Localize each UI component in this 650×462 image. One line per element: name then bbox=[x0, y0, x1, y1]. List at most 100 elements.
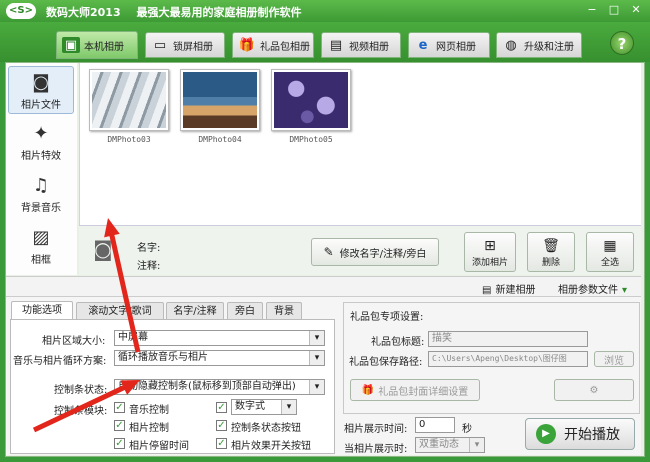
button-label: 修改名字/注释/旁白 bbox=[339, 248, 427, 260]
tab-lockscreen-album[interactable]: ▭ 锁屏相册 bbox=[145, 32, 225, 58]
tab-narration[interactable]: 旁白 bbox=[227, 302, 263, 320]
tab-label: 网页相册 bbox=[436, 41, 476, 53]
effects-icon: ✦ bbox=[33, 123, 49, 144]
button-label: 礼品包封面详细设置 bbox=[378, 386, 469, 398]
tab-gift-album[interactable]: 🎁 礼品包相册 bbox=[232, 32, 314, 58]
gift-path-field[interactable]: C:\Users\Apeng\Desktop\图仔图 bbox=[428, 351, 588, 367]
delete-button[interactable]: 🗑 删除 bbox=[527, 232, 575, 272]
photo-effect-toggle-checkbox[interactable]: ✓ bbox=[216, 438, 227, 449]
show-time-spinner[interactable]: 0 bbox=[415, 417, 455, 433]
photo-name: DMPhoto03 bbox=[107, 135, 151, 144]
tab-label: 本机相册 bbox=[84, 41, 124, 53]
settings-icon: ⚙ bbox=[589, 384, 599, 396]
start-play-button[interactable]: ▶ 开始播放 bbox=[525, 418, 635, 450]
photo-image bbox=[92, 72, 166, 128]
photo-name: DMPhoto04 bbox=[198, 135, 242, 144]
edit-icon: ✎ bbox=[323, 245, 334, 259]
gift-title-field[interactable]: 描笑 bbox=[428, 331, 588, 347]
tab-label: 锁屏相册 bbox=[173, 41, 213, 53]
grid-icon: ▦ bbox=[603, 237, 617, 254]
photo-album-icon: ▣ bbox=[62, 37, 80, 53]
button-label: 添加相片 bbox=[471, 257, 508, 268]
gift-cover-settings-button[interactable]: 🎁 礼品包封面详细设置 bbox=[350, 379, 480, 401]
gift-icon: 🎁 bbox=[238, 37, 256, 53]
checkbox-label: 相片停留时间 bbox=[129, 441, 189, 452]
name-label: 名字: bbox=[137, 243, 161, 254]
sidebar-item-label: 相框 bbox=[31, 255, 51, 266]
control-bar-state-button-checkbox[interactable]: ✓ bbox=[216, 420, 227, 431]
film-icon: ▤ bbox=[329, 37, 343, 53]
main-tab-bar: ▣ 本机相册 ▭ 锁屏相册 🎁 礼品包相册 ▤ 视频相册 e 网页相册 ◍ 升级… bbox=[0, 22, 650, 62]
new-album-button[interactable]: ▤ 新建相册 bbox=[482, 281, 535, 296]
loop-scheme-select[interactable]: 循环播放音乐与相片 bbox=[114, 350, 325, 366]
help-button[interactable]: ? bbox=[610, 31, 634, 55]
checkbox-label: 相片控制 bbox=[129, 423, 169, 434]
photo-gallery[interactable]: DMPhoto03 DMPhoto04 DMPhoto05 bbox=[79, 63, 641, 225]
area-size-label: 相片区域大小: bbox=[42, 336, 106, 347]
sidebar-item-background-music[interactable]: ♫ 背景音乐 bbox=[8, 170, 74, 218]
area-size-select[interactable]: 中屏幕 bbox=[114, 330, 325, 346]
gift-title-label: 礼品包标题: bbox=[371, 337, 425, 348]
checkbox-label: 控制条状态按钮 bbox=[231, 423, 301, 434]
control-bar-state-select[interactable]: 自动隐藏控制条(鼠标移到顶部自动弹出) bbox=[114, 379, 325, 395]
checkbox-label: 相片效果开关按钮 bbox=[231, 441, 311, 452]
photo-name: DMPhoto05 bbox=[289, 135, 333, 144]
sidebar-item-label: 相片特效 bbox=[21, 151, 61, 162]
seconds-unit-label: 秒 bbox=[462, 424, 472, 435]
when-showing-select[interactable]: 双重动态 bbox=[415, 437, 485, 453]
select-all-button[interactable]: ▦ 全选 bbox=[586, 232, 634, 272]
app-title: 数码大师2013 最强大最易用的家庭相册制作软件 bbox=[46, 4, 301, 20]
note-label: 注释: bbox=[137, 261, 161, 272]
tab-video-album[interactable]: ▤ 视频相册 bbox=[321, 32, 401, 58]
picture-frame-icon: ▨ bbox=[32, 227, 50, 248]
button-label: 删除 bbox=[541, 257, 560, 268]
edit-name-note-button[interactable]: ✎ 修改名字/注释/旁白 bbox=[311, 238, 439, 266]
gift-settings-panel: 礼品包专项设置: 礼品包标题: 描笑 礼品包保存路径: C:\Users\Ape… bbox=[343, 302, 640, 414]
close-button[interactable]: ✕ bbox=[628, 3, 644, 17]
add-photo-button[interactable]: ⊞ 添加相片 bbox=[464, 232, 516, 272]
photo-control-checkbox[interactable]: ✓ bbox=[114, 420, 125, 431]
photo-image bbox=[274, 72, 348, 128]
sidebar: ◙ 相片文件 ✦ 相片特效 ♫ 背景音乐 ▨ 相框 bbox=[6, 63, 77, 275]
counter-checkbox[interactable]: ✓ bbox=[216, 402, 227, 413]
button-label: 新建相册 bbox=[495, 285, 536, 296]
sidebar-item-frame[interactable]: ▨ 相框 bbox=[8, 222, 74, 270]
tab-upgrade-register[interactable]: ◍ 升级和注册 bbox=[496, 32, 582, 58]
app-slogan: 最强大最易用的家庭相册制作软件 bbox=[136, 6, 302, 19]
show-time-label: 相片展示时间: bbox=[344, 424, 408, 435]
gift-path-label: 礼品包保存路径: bbox=[349, 357, 423, 368]
maximize-button[interactable]: □ bbox=[606, 3, 622, 17]
sidebar-item-label: 相片文件 bbox=[21, 100, 61, 111]
button-label: 相册参数文件 bbox=[558, 285, 618, 296]
tab-name-note[interactable]: 名字/注释 bbox=[166, 302, 224, 320]
sidebar-item-label: 背景音乐 bbox=[21, 203, 61, 214]
browse-button[interactable]: 浏览 bbox=[594, 351, 634, 367]
trash-icon: 🗑 bbox=[542, 237, 560, 254]
tab-function-options[interactable]: 功能选项 bbox=[11, 301, 73, 321]
tab-scroll-text-lyrics[interactable]: 滚动文字/歌词 bbox=[76, 302, 164, 320]
gift-extra-button[interactable]: ⚙ bbox=[554, 379, 634, 401]
gift-section-title: 礼品包专项设置: bbox=[350, 312, 424, 323]
photo-thumbnail[interactable] bbox=[180, 69, 260, 131]
button-label: 全选 bbox=[600, 257, 619, 268]
photo-stay-time-checkbox[interactable]: ✓ bbox=[114, 438, 125, 449]
counter-style-select[interactable]: 数字式 bbox=[231, 399, 297, 415]
globe-icon: ◍ bbox=[505, 37, 517, 53]
play-icon: ▶ bbox=[536, 424, 556, 444]
album-params-button[interactable]: 相册参数文件 ▾ bbox=[558, 281, 627, 296]
function-options-panel: 相片区域大小: 中屏幕 音乐与相片循环方案: 循环播放音乐与相片 控制条状态: … bbox=[10, 319, 335, 454]
photo-thumbnail[interactable] bbox=[271, 69, 351, 131]
sidebar-item-photo-files[interactable]: ◙ 相片文件 bbox=[8, 66, 74, 114]
sidebar-item-photo-effects[interactable]: ✦ 相片特效 bbox=[8, 118, 74, 166]
dropdown-arrow-icon: ▾ bbox=[622, 285, 628, 296]
tab-web-album[interactable]: e 网页相册 bbox=[408, 32, 490, 58]
camera-icon: ◙ bbox=[32, 72, 50, 93]
music-control-checkbox[interactable]: ✓ bbox=[114, 402, 125, 413]
tab-local-album[interactable]: ▣ 本机相册 bbox=[56, 31, 138, 59]
tab-background[interactable]: 背景 bbox=[266, 302, 302, 320]
browser-icon: e bbox=[418, 37, 428, 53]
title-bar[interactable]: <S> 数码大师2013 最强大最易用的家庭相册制作软件 − □ ✕ bbox=[0, 0, 650, 22]
minimize-button[interactable]: − bbox=[584, 3, 600, 17]
photo-thumbnail[interactable] bbox=[89, 69, 169, 131]
document-icon: ▤ bbox=[482, 285, 492, 296]
